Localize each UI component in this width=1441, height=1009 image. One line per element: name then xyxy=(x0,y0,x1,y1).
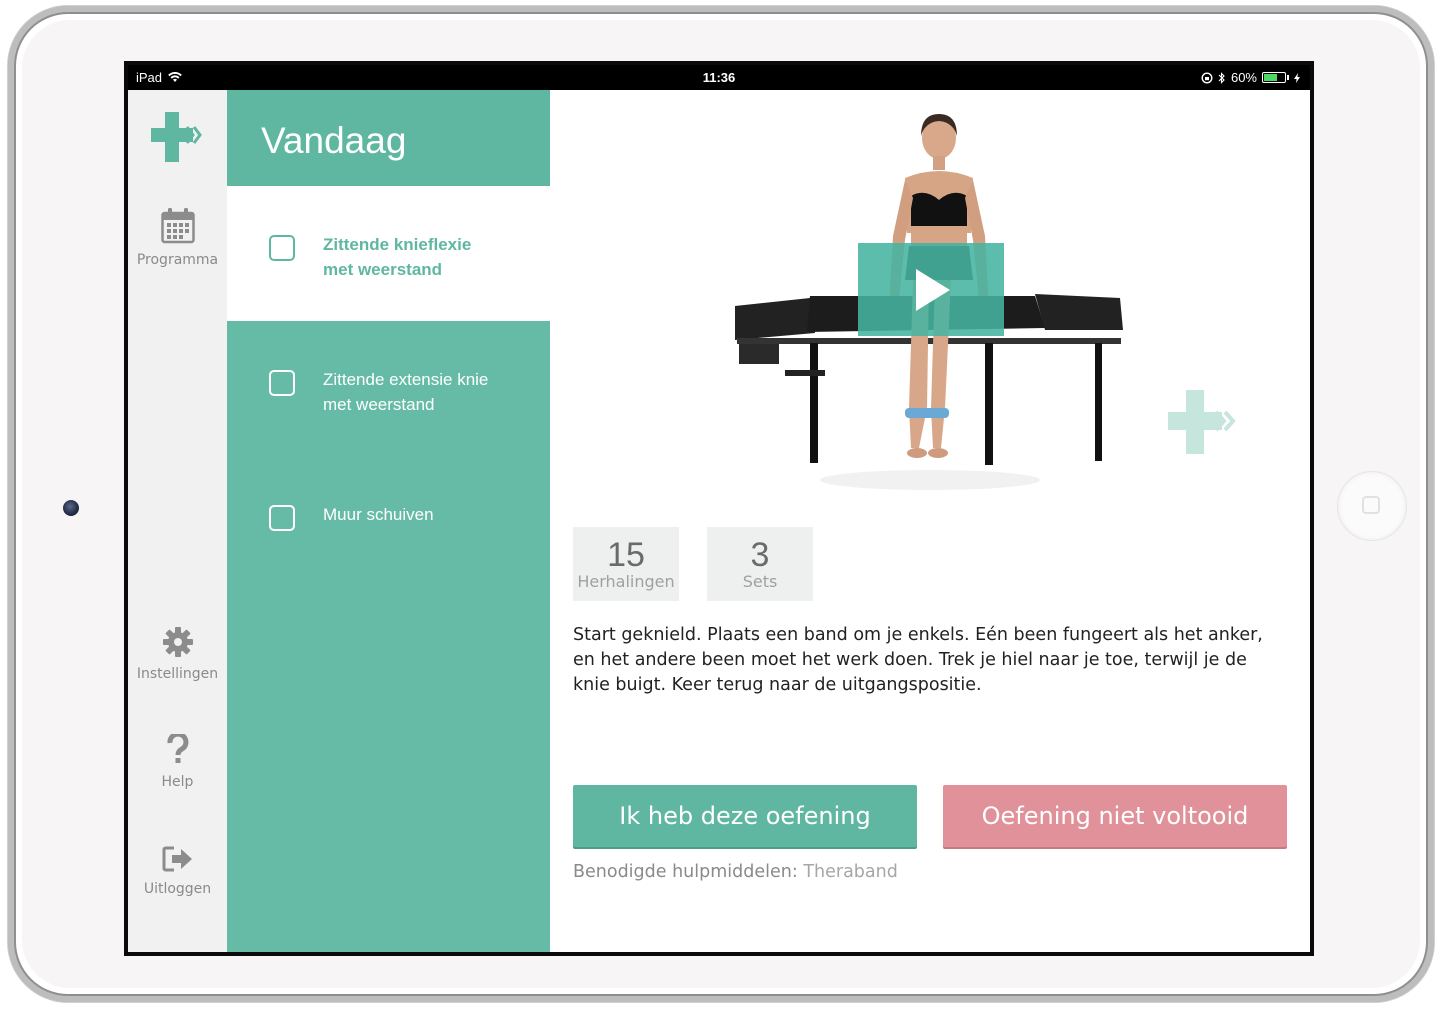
sets-stat: 3 Sets xyxy=(707,527,813,601)
front-camera xyxy=(63,500,79,516)
gear-icon xyxy=(162,627,193,657)
sidebar-item-instellingen[interactable]: Instellingen xyxy=(128,626,227,682)
repetitions-unit: Herhalingen xyxy=(577,572,675,591)
sidebar-item-help[interactable]: Help xyxy=(128,731,227,790)
charging-icon xyxy=(1294,72,1300,83)
exercise-label-line1: Zittende extensie knie xyxy=(323,370,489,389)
battery-tip xyxy=(1287,75,1289,80)
logout-icon xyxy=(162,846,192,872)
sidebar: Programma Instellingen Help Uitloggen xyxy=(128,90,228,952)
exercise-label-line1: Muur schuiven xyxy=(323,505,434,524)
sidebar-item-label: Instellingen xyxy=(136,666,219,682)
exercise-not-completed-button[interactable]: Oefening niet voltooid xyxy=(943,785,1287,847)
required-aids-label: Benodigde hulpmiddelen xyxy=(573,862,792,882)
sidebar-item-uitloggen[interactable]: Uitloggen xyxy=(128,845,227,897)
status-bar: iPad 11:36 60% xyxy=(128,65,1310,90)
clock: 11:36 xyxy=(702,70,736,85)
required-aids-separator: : xyxy=(791,862,804,882)
exercise-item-1[interactable]: Zittende knieflexie met weerstand xyxy=(227,186,550,321)
required-aids: Benodigde hulpmiddelen: Theraband xyxy=(573,862,898,882)
sidebar-item-label: Programma xyxy=(136,252,219,268)
exercise-checkbox[interactable] xyxy=(269,235,295,261)
sets-value: 3 xyxy=(750,536,770,574)
calendar-icon xyxy=(160,208,195,244)
exercise-done-button[interactable]: Ik heb deze oefening afgerond xyxy=(573,785,917,892)
logo-icon xyxy=(151,112,202,162)
rotation-lock-icon xyxy=(1201,71,1213,84)
sidebar-item-label: Uitloggen xyxy=(143,881,212,897)
exercise-item-3[interactable]: Muur schuiven xyxy=(227,456,550,576)
home-button[interactable] xyxy=(1338,472,1406,540)
exercise-item-2[interactable]: Zittende extensie knie met weerstand xyxy=(227,321,550,456)
exercise-checkbox[interactable] xyxy=(269,505,295,531)
sets-unit: Sets xyxy=(742,572,778,591)
exercise-label-line2: met weerstand xyxy=(323,260,443,279)
play-icon xyxy=(916,269,950,311)
exercise-label: Muur schuiven xyxy=(323,502,533,527)
repetitions-stat: 15 Herhalingen xyxy=(573,527,679,601)
list-title: Vandaag xyxy=(227,90,550,186)
exercise-description: Start geknield. Plaats een band om je en… xyxy=(573,625,1263,695)
exercise-detail: 15 Herhalingen 3 Sets Start geknield. Pl… xyxy=(550,90,1310,952)
battery-icon xyxy=(1262,72,1286,83)
exercise-checkbox[interactable] xyxy=(269,370,295,396)
required-aids-value: Theraband xyxy=(803,862,898,882)
question-icon xyxy=(166,731,188,763)
exercise-label: Zittende knieflexie met weerstand xyxy=(323,232,533,282)
bluetooth-icon xyxy=(1218,71,1225,84)
exercise-label-line1: Zittende knieflexie xyxy=(323,235,472,254)
sidebar-item-label: Help xyxy=(161,774,194,790)
sidebar-item-programma[interactable]: Programma xyxy=(128,208,227,268)
home-button-square xyxy=(1362,496,1380,514)
exercise-list-panel: Vandaag Zittende knieflexie met weerstan… xyxy=(227,90,550,952)
app: Programma Instellingen Help Uitloggen Va… xyxy=(128,90,1310,952)
screen: iPad 11:36 60% Programma Instellingen He… xyxy=(124,61,1314,956)
repetitions-value: 15 xyxy=(607,536,645,574)
exercise-label: Zittende extensie knie met weerstand xyxy=(323,367,533,417)
logo-watermark-icon xyxy=(1168,390,1236,454)
play-button[interactable] xyxy=(858,243,1004,336)
exercise-video[interactable] xyxy=(715,108,1135,508)
battery-percent: 60% xyxy=(1230,70,1257,85)
exercise-label-line2: met weerstand xyxy=(323,395,435,414)
